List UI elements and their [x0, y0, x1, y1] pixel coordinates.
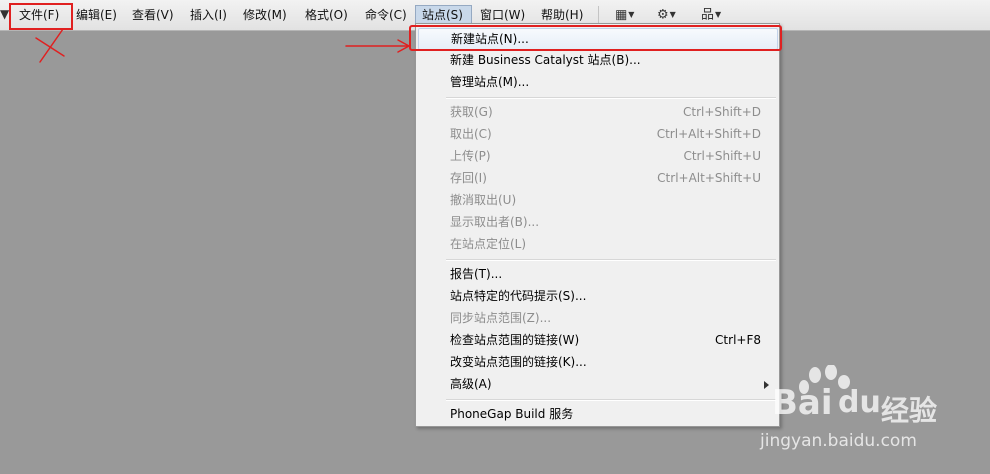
annotation-cross-stroke	[39, 28, 64, 63]
watermark-brand-right: du	[838, 385, 881, 420]
watermark-brand-left: Bai	[772, 383, 833, 423]
watermark-url: jingyan.baidu.com	[760, 431, 917, 451]
annotation-cross-stroke	[35, 37, 65, 57]
watermark-brand-cn: 经验	[881, 394, 938, 427]
watermark: Bai du 经验 jingyan.baidu.com	[760, 365, 990, 474]
